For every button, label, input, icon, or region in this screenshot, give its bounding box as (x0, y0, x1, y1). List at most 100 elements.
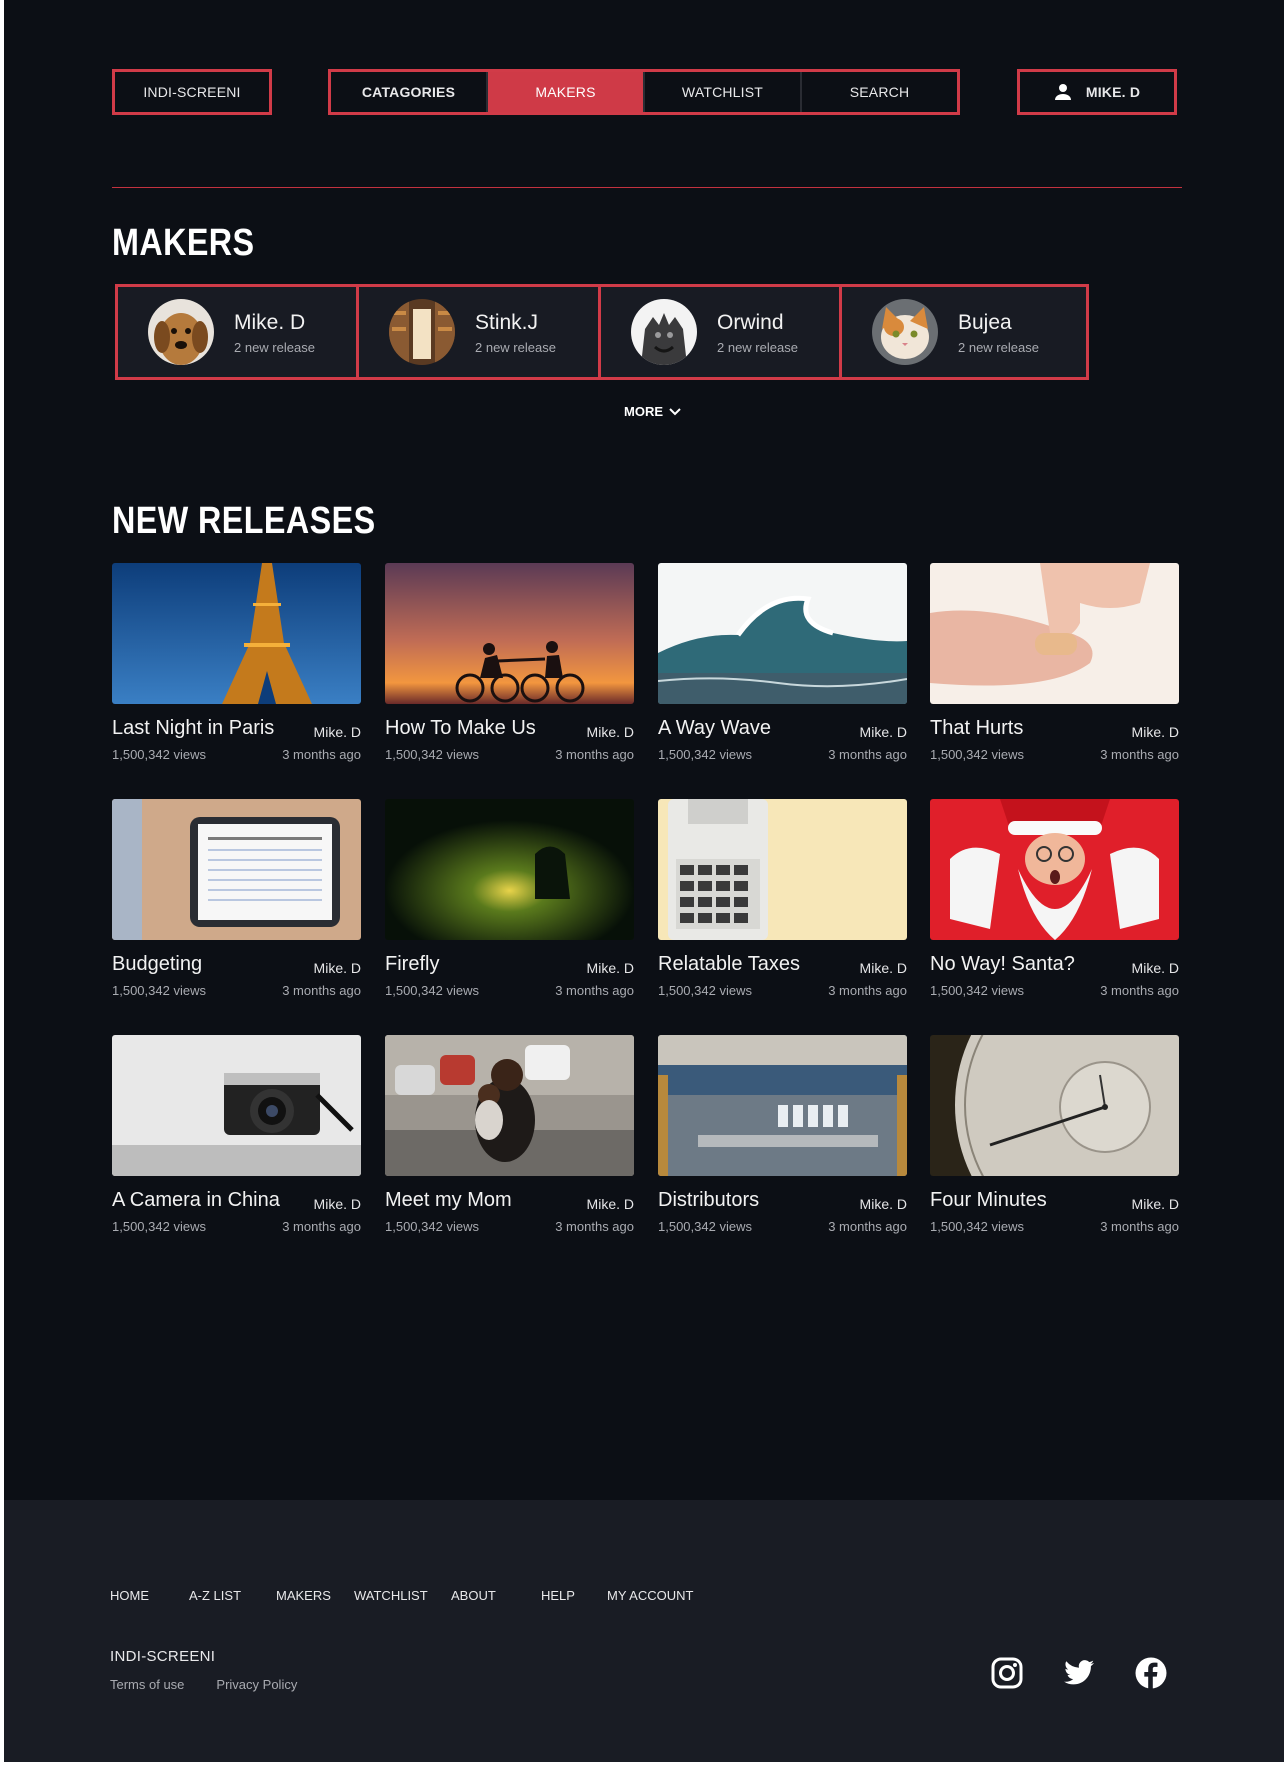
header-divider (112, 187, 1182, 188)
video-card[interactable]: Meet my Mom Mike. D 1,500,342 views 3 mont… (385, 1035, 634, 1255)
bandaged-finger-thumbnail (930, 563, 1179, 704)
new-releases-heading: NEW RELEASES (112, 500, 376, 542)
ocean-wave-thumbnail (658, 563, 907, 704)
maker-subtitle: 2 new release (234, 339, 315, 355)
footer-link-makers[interactable]: MAKERS (276, 1588, 354, 1603)
video-title: Distributors (658, 1189, 760, 1211)
dog-avatar (148, 299, 214, 365)
camera-thumbnail (112, 1035, 361, 1176)
privacy-link[interactable]: Privacy Policy (216, 1677, 297, 1692)
footer: HOME A-Z LIST MAKERS WATCHLIST ABOUT HEL… (4, 1500, 1284, 1762)
video-card[interactable]: No Way! Santa? Mike. D 1,500,342 views 3 m… (930, 799, 1179, 1019)
chevron-down-icon (669, 404, 681, 419)
maker-name: Orwind (717, 310, 784, 334)
video-age: 3 months ago (828, 747, 907, 762)
footer-legal: Terms of use Privacy Policy (110, 1677, 297, 1692)
video-title: No Way! Santa? (930, 953, 1075, 975)
nav-item-watchlist[interactable]: WATCHLIST (643, 72, 800, 112)
maker-name: Bujea (958, 310, 1012, 334)
video-maker: Mike. D (859, 724, 907, 740)
video-title: How To Make Us (385, 717, 536, 739)
mother-child-thumbnail (385, 1035, 634, 1176)
twitter-icon[interactable] (1062, 1656, 1096, 1690)
library-avatar (389, 299, 455, 365)
video-card[interactable]: A Camera in China Mike. D 1,500,342 views… (112, 1035, 361, 1255)
main-menu: CATAGORIES MAKERS WATCHLIST SEARCH (328, 69, 960, 115)
video-maker: Mike. D (586, 960, 634, 976)
video-card[interactable]: Budgeting Mike. D 1,500,342 views 3 months… (112, 799, 361, 1019)
facebook-icon[interactable] (1134, 1656, 1168, 1690)
video-card[interactable]: Four Minutes Mike. D 1,500,342 views 3 mon… (930, 1035, 1179, 1255)
video-age: 3 months ago (828, 983, 907, 998)
video-views: 1,500,342 views (658, 983, 752, 998)
video-views: 1,500,342 views (930, 983, 1024, 998)
footer-link-about[interactable]: ABOUT (451, 1588, 541, 1603)
footer-link-home[interactable]: HOME (110, 1588, 189, 1603)
video-views: 1,500,342 views (385, 1219, 479, 1234)
maker-name: Mike. D (234, 310, 306, 334)
video-card[interactable]: Firefly Mike. D 1,500,342 views 3 months a… (385, 799, 634, 1019)
video-card[interactable]: How To Make Us Mike. D 1,500,342 views 3 m… (385, 563, 634, 783)
video-views: 1,500,342 views (112, 983, 206, 998)
video-views: 1,500,342 views (930, 1219, 1024, 1234)
instagram-icon[interactable] (990, 1656, 1024, 1690)
maker-subtitle: 2 new release (475, 339, 556, 355)
makers-list: Mike. D 2 new release Stink.J 2 new rele… (115, 284, 1185, 380)
user-account-button[interactable]: MIKE. D (1017, 69, 1177, 115)
more-label: MORE (624, 404, 663, 419)
video-maker: Mike. D (313, 1196, 361, 1212)
terms-link[interactable]: Terms of use (110, 1677, 184, 1692)
page: INDI-SCREENI CATAGORIES MAKERS WATCHLIST… (4, 0, 1284, 1762)
video-maker: Mike. D (1131, 960, 1179, 976)
video-card[interactable]: Relatable Taxes Mike. D 1,500,342 views 3 … (658, 799, 907, 1019)
nav-item-search[interactable]: SEARCH (800, 72, 957, 112)
video-age: 3 months ago (1100, 747, 1179, 762)
brand-button[interactable]: INDI-SCREENI (112, 69, 272, 115)
video-age: 3 months ago (555, 747, 634, 762)
gargoyle-avatar (631, 299, 697, 365)
maker-card[interactable]: Orwind 2 new release (598, 284, 848, 380)
video-title: Four Minutes (930, 1189, 1047, 1211)
video-title: A Way Wave (658, 717, 771, 739)
video-maker: Mike. D (859, 1196, 907, 1212)
maker-subtitle: 2 new release (958, 339, 1039, 355)
footer-link-help[interactable]: HELP (541, 1588, 607, 1603)
footer-links: HOME A-Z LIST MAKERS WATCHLIST ABOUT HEL… (110, 1588, 693, 1603)
video-card[interactable]: Last Night in Paris Mike. D 1,500,342 vie… (112, 563, 361, 783)
warehouse-thumbnail (658, 1035, 907, 1176)
video-views: 1,500,342 views (385, 747, 479, 762)
santa-thumbnail (930, 799, 1179, 940)
video-card[interactable]: Distributors Mike. D 1,500,342 views 3 mon… (658, 1035, 907, 1255)
video-views: 1,500,342 views (112, 747, 206, 762)
cat-avatar (872, 299, 938, 365)
maker-subtitle: 2 new release (717, 339, 798, 355)
footer-link-watchlist[interactable]: WATCHLIST (354, 1588, 451, 1603)
video-title: That Hurts (930, 717, 1024, 739)
video-maker: Mike. D (859, 960, 907, 976)
video-title: Budgeting (112, 953, 203, 975)
video-maker: Mike. D (586, 724, 634, 740)
stopwatch-thumbnail (930, 1035, 1179, 1176)
nav-item-makers[interactable]: MAKERS (486, 72, 643, 112)
maker-card[interactable]: Stink.J 2 new release (356, 284, 606, 380)
video-maker: Mike. D (1131, 724, 1179, 740)
video-title: A Camera in China (112, 1189, 280, 1211)
footer-link-my-account[interactable]: MY ACCOUNT (607, 1588, 693, 1603)
maker-card[interactable]: Mike. D 2 new release (115, 284, 365, 380)
user-name: MIKE. D (1085, 84, 1141, 100)
video-maker: Mike. D (1131, 1196, 1179, 1212)
forest-light-thumbnail (385, 799, 634, 940)
video-age: 3 months ago (1100, 983, 1179, 998)
maker-name: Stink.J (475, 310, 539, 334)
video-card[interactable]: That Hurts Mike. D 1,500,342 views 3 month… (930, 563, 1179, 783)
video-age: 3 months ago (282, 1219, 361, 1234)
makers-heading: MAKERS (112, 222, 255, 264)
footer-link-az-list[interactable]: A-Z LIST (189, 1588, 276, 1603)
maker-card[interactable]: Bujea 2 new release (839, 284, 1089, 380)
video-card[interactable]: A Way Wave Mike. D 1,500,342 views 3 month… (658, 563, 907, 783)
more-makers-button[interactable]: MORE (624, 404, 681, 419)
video-title: Last Night in Paris (112, 717, 275, 739)
nav-item-categories[interactable]: CATAGORIES (331, 72, 486, 112)
video-age: 3 months ago (282, 983, 361, 998)
video-age: 3 months ago (282, 747, 361, 762)
